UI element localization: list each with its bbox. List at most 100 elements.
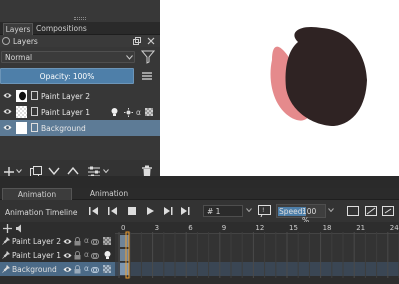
animation-tab-bar: Animation Timeline Animation Curves xyxy=(0,188,399,211)
docker-titlebar: Layers xyxy=(0,35,160,47)
keyframe[interactable] xyxy=(120,263,130,275)
track-row[interactable]: Paint Layer 1 α xyxy=(0,248,115,262)
pin-icon[interactable] xyxy=(2,251,10,259)
paint-layer-icon xyxy=(31,107,38,116)
tab-layers[interactable]: Layers xyxy=(3,23,33,35)
canvas-artwork xyxy=(270,26,367,127)
layer-row[interactable]: Paint Layer 1 α xyxy=(0,104,160,120)
ruler-tick-label: 18 xyxy=(323,224,332,232)
lock-icon[interactable] xyxy=(74,237,81,246)
animation-toolbar-title: Animation Timeline xyxy=(5,208,78,217)
close-icon[interactable] xyxy=(147,37,155,45)
docker-grip-area[interactable] xyxy=(0,0,160,22)
blend-mode-select[interactable]: Normal xyxy=(1,51,135,63)
timeline-track-area: Paint Layer 2 α Paint Layer 1 α Backgrou… xyxy=(0,222,399,284)
ruler-tick-label: 12 xyxy=(255,224,264,232)
pin-icon[interactable] xyxy=(2,265,10,273)
ruler-tick-label: 24 xyxy=(390,224,399,232)
ruler-tick-label: 15 xyxy=(289,224,298,232)
tab-compositions[interactable]: Compositions xyxy=(36,23,87,35)
layer-thumbnail xyxy=(16,122,27,134)
stop-icon[interactable] xyxy=(127,206,137,216)
frame-row-background[interactable] xyxy=(115,234,399,248)
ruler-tick-label: 6 xyxy=(188,224,193,232)
alpha-lock-icon[interactable]: α xyxy=(84,236,89,245)
eye-icon[interactable] xyxy=(3,92,12,99)
next-frame-icon[interactable] xyxy=(163,206,173,216)
audio-icon[interactable] xyxy=(16,224,25,233)
eye-icon[interactable] xyxy=(63,238,72,245)
drop-frames-icon[interactable] xyxy=(365,206,377,216)
track-row-selected[interactable]: Background α xyxy=(0,262,115,276)
sun-icon[interactable] xyxy=(124,108,133,117)
alpha-lock-icon[interactable]: α xyxy=(136,108,141,117)
paint-layer-icon xyxy=(31,123,38,132)
docker-separator[interactable] xyxy=(0,176,399,188)
keyframe[interactable] xyxy=(120,249,130,261)
keyframe[interactable] xyxy=(120,235,130,247)
alpha-inherit-icon[interactable] xyxy=(145,108,153,116)
eye-icon[interactable] xyxy=(63,266,72,273)
onion-skin-icon[interactable] xyxy=(110,107,119,117)
layer-row[interactable]: Paint Layer 2 xyxy=(0,88,160,104)
onion-skin-icon[interactable] xyxy=(103,250,112,260)
previous-frame-icon[interactable] xyxy=(108,206,118,216)
speed-spinbox[interactable]: Speed: 100 % xyxy=(276,204,326,225)
ruler-tick-label: 9 xyxy=(222,224,226,232)
frame-row-background[interactable] xyxy=(115,248,399,262)
pin-icon[interactable] xyxy=(2,237,10,245)
audio-settings-icon[interactable]: ! xyxy=(258,205,271,217)
layer-row-selected[interactable]: Background xyxy=(0,120,160,136)
frame-view-icon[interactable] xyxy=(347,206,359,216)
chevron-down-icon xyxy=(126,55,133,60)
track-row[interactable]: Paint Layer 2 α xyxy=(0,234,115,248)
layer-name: Paint Layer 1 xyxy=(41,108,91,117)
lock-icon[interactable] xyxy=(74,265,81,274)
layer-thumbnail xyxy=(16,106,27,118)
paint-layer-icon xyxy=(31,91,38,100)
chevron-down-icon[interactable] xyxy=(16,169,22,173)
eye-icon[interactable] xyxy=(3,124,12,131)
alpha-lock-icon[interactable]: α xyxy=(84,250,89,259)
play-icon[interactable] xyxy=(145,206,155,216)
docker-lock-icon[interactable] xyxy=(2,37,10,45)
docker-title: Layers xyxy=(13,37,38,46)
opacity-slider[interactable]: Opacity: 100% xyxy=(0,68,134,84)
chevron-down-icon[interactable] xyxy=(328,208,334,212)
filter-icon[interactable] xyxy=(141,50,155,64)
add-track-icon[interactable] xyxy=(3,224,12,233)
layer-name: Paint Layer 2 xyxy=(41,92,91,101)
blend-mode-value: Normal xyxy=(5,53,33,62)
frame-row-background[interactable] xyxy=(115,262,399,276)
onion-skin-toggle-icon[interactable] xyxy=(103,265,111,273)
inherit-alpha-icon[interactable] xyxy=(91,266,99,274)
layer-thumbnail xyxy=(16,90,27,102)
move-up-icon[interactable] xyxy=(67,167,79,175)
move-down-icon[interactable] xyxy=(48,167,60,175)
chevron-down-icon[interactable] xyxy=(246,208,252,212)
menu-icon[interactable] xyxy=(141,70,153,82)
first-frame-icon[interactable] xyxy=(89,206,99,216)
ruler-tick-label: 21 xyxy=(356,224,365,232)
onion-skin-toggle-icon[interactable] xyxy=(103,237,111,245)
tab-animation-timeline[interactable]: Animation Timeline xyxy=(2,188,72,211)
eye-icon[interactable] xyxy=(63,252,72,259)
inherit-alpha-icon[interactable] xyxy=(91,238,99,246)
float-icon[interactable] xyxy=(133,37,141,45)
inherit-alpha-icon[interactable] xyxy=(91,252,99,260)
frame-grid[interactable]: 0 3 6 9 12 15 18 21 24 xyxy=(115,222,399,284)
track-name: Paint Layer 1 xyxy=(12,251,62,260)
drag-handle-icon[interactable] xyxy=(74,17,86,20)
tab-animation-curves[interactable]: Animation Curves xyxy=(76,188,142,210)
settings-icon[interactable] xyxy=(382,205,394,217)
ruler-tick-label: 0 xyxy=(121,224,125,232)
chevron-down-icon[interactable] xyxy=(103,169,109,173)
layer-name: Background xyxy=(41,124,86,133)
frame-number-value: # 1 xyxy=(207,207,221,216)
drawing-canvas[interactable] xyxy=(160,0,399,176)
eye-icon[interactable] xyxy=(3,108,12,115)
alpha-lock-icon[interactable]: α xyxy=(84,264,89,273)
last-frame-icon[interactable] xyxy=(180,206,190,216)
frame-number-field[interactable]: # 1 xyxy=(203,205,243,217)
lock-icon[interactable] xyxy=(74,251,81,260)
